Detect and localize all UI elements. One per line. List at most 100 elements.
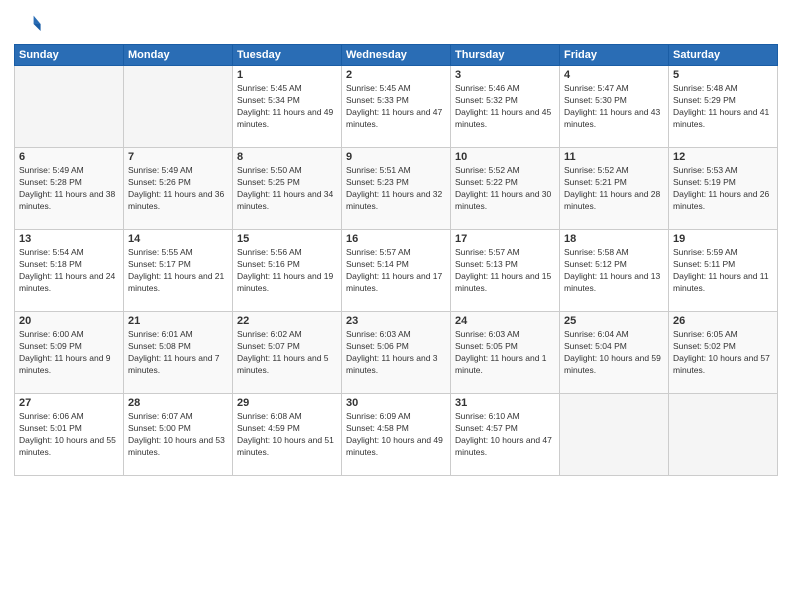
day-info: Sunrise: 6:03 AM Sunset: 5:05 PM Dayligh… — [455, 329, 555, 377]
calendar-cell: 18 Sunrise: 5:58 AM Sunset: 5:12 PM Dayli… — [560, 230, 669, 312]
calendar-cell: 11 Sunrise: 5:52 AM Sunset: 5:21 PM Dayli… — [560, 148, 669, 230]
day-number: 31 — [455, 397, 555, 409]
day-info: Sunrise: 5:45 AM Sunset: 5:34 PM Dayligh… — [237, 83, 337, 131]
day-number: 30 — [346, 397, 446, 409]
calendar-cell: 22 Sunrise: 6:02 AM Sunset: 5:07 PM Dayli… — [233, 312, 342, 394]
calendar-cell: 19 Sunrise: 5:59 AM Sunset: 5:11 PM Dayli… — [669, 230, 778, 312]
calendar-cell: 25 Sunrise: 6:04 AM Sunset: 5:04 PM Dayli… — [560, 312, 669, 394]
calendar-cell: 28 Sunrise: 6:07 AM Sunset: 5:00 PM Dayli… — [124, 394, 233, 476]
logo — [14, 10, 46, 38]
calendar-cell: 26 Sunrise: 6:05 AM Sunset: 5:02 PM Dayli… — [669, 312, 778, 394]
calendar-cell — [669, 394, 778, 476]
day-number: 18 — [564, 233, 664, 245]
calendar-cell: 8 Sunrise: 5:50 AM Sunset: 5:25 PM Daylig… — [233, 148, 342, 230]
day-info: Sunrise: 6:06 AM Sunset: 5:01 PM Dayligh… — [19, 411, 119, 459]
week-row-4: 20Sunrise: 6:00 AM Sunset: 5:09 PM Dayli… — [15, 312, 778, 394]
day-info: Sunrise: 5:55 AM Sunset: 5:17 PM Dayligh… — [128, 247, 228, 295]
calendar-cell: 7 Sunrise: 5:49 AM Sunset: 5:26 PM Daylig… — [124, 148, 233, 230]
weekday-header-wednesday: Wednesday — [342, 45, 451, 66]
calendar-cell: 16 Sunrise: 5:57 AM Sunset: 5:14 PM Dayli… — [342, 230, 451, 312]
calendar-cell: 6 Sunrise: 5:49 AM Sunset: 5:28 PM Daylig… — [15, 148, 124, 230]
day-info: Sunrise: 5:47 AM Sunset: 5:30 PM Dayligh… — [564, 83, 664, 131]
week-row-1: 1 Sunrise: 5:45 AM Sunset: 5:34 PM Daylig… — [15, 66, 778, 148]
calendar-cell — [124, 66, 233, 148]
day-info: Sunrise: 5:54 AM Sunset: 5:18 PM Dayligh… — [19, 247, 119, 295]
day-info: Sunrise: 5:49 AM Sunset: 5:26 PM Dayligh… — [128, 165, 228, 213]
day-number: 11 — [564, 151, 664, 163]
day-info: Sunrise: 6:00 AM Sunset: 5:09 PM Dayligh… — [19, 329, 119, 377]
day-info: Sunrise: 5:57 AM Sunset: 5:13 PM Dayligh… — [455, 247, 555, 295]
calendar-cell: 23Sunrise: 6:03 AM Sunset: 5:06 PM Dayli… — [342, 312, 451, 394]
calendar-cell: 2Sunrise: 5:45 AM Sunset: 5:33 PM Daylig… — [342, 66, 451, 148]
day-number: 15 — [237, 233, 337, 245]
day-info: Sunrise: 6:10 AM Sunset: 4:57 PM Dayligh… — [455, 411, 555, 459]
calendar-table: SundayMondayTuesdayWednesdayThursdayFrid… — [14, 44, 778, 476]
day-number: 28 — [128, 397, 228, 409]
day-info: Sunrise: 6:07 AM Sunset: 5:00 PM Dayligh… — [128, 411, 228, 459]
day-info: Sunrise: 5:58 AM Sunset: 5:12 PM Dayligh… — [564, 247, 664, 295]
week-row-2: 6 Sunrise: 5:49 AM Sunset: 5:28 PM Daylig… — [15, 148, 778, 230]
page-container: SundayMondayTuesdayWednesdayThursdayFrid… — [0, 0, 792, 486]
week-row-5: 27 Sunrise: 6:06 AM Sunset: 5:01 PM Dayli… — [15, 394, 778, 476]
calendar-cell: 10Sunrise: 5:52 AM Sunset: 5:22 PM Dayli… — [451, 148, 560, 230]
calendar-cell: 15 Sunrise: 5:56 AM Sunset: 5:16 PM Dayli… — [233, 230, 342, 312]
day-number: 22 — [237, 315, 337, 327]
day-number: 6 — [19, 151, 119, 163]
day-info: Sunrise: 5:50 AM Sunset: 5:25 PM Dayligh… — [237, 165, 337, 213]
day-number: 17 — [455, 233, 555, 245]
calendar-cell — [560, 394, 669, 476]
day-info: Sunrise: 5:59 AM Sunset: 5:11 PM Dayligh… — [673, 247, 773, 295]
day-number: 8 — [237, 151, 337, 163]
day-number: 26 — [673, 315, 773, 327]
day-info: Sunrise: 6:03 AM Sunset: 5:06 PM Dayligh… — [346, 329, 446, 377]
day-number: 14 — [128, 233, 228, 245]
day-number: 13 — [19, 233, 119, 245]
header — [14, 10, 778, 38]
calendar-cell: 24Sunrise: 6:03 AM Sunset: 5:05 PM Dayli… — [451, 312, 560, 394]
calendar-cell: 17 Sunrise: 5:57 AM Sunset: 5:13 PM Dayli… — [451, 230, 560, 312]
day-number: 10 — [455, 151, 555, 163]
day-info: Sunrise: 6:05 AM Sunset: 5:02 PM Dayligh… — [673, 329, 773, 377]
weekday-header-thursday: Thursday — [451, 45, 560, 66]
calendar-cell: 14 Sunrise: 5:55 AM Sunset: 5:17 PM Dayli… — [124, 230, 233, 312]
day-info: Sunrise: 6:02 AM Sunset: 5:07 PM Dayligh… — [237, 329, 337, 377]
calendar-cell: 27 Sunrise: 6:06 AM Sunset: 5:01 PM Dayli… — [15, 394, 124, 476]
day-number: 7 — [128, 151, 228, 163]
day-info: Sunrise: 5:45 AM Sunset: 5:33 PM Dayligh… — [346, 83, 446, 131]
calendar-cell — [15, 66, 124, 148]
weekday-header-friday: Friday — [560, 45, 669, 66]
day-info: Sunrise: 5:49 AM Sunset: 5:28 PM Dayligh… — [19, 165, 119, 213]
day-number: 29 — [237, 397, 337, 409]
day-number: 25 — [564, 315, 664, 327]
day-info: Sunrise: 6:08 AM Sunset: 4:59 PM Dayligh… — [237, 411, 337, 459]
day-number: 16 — [346, 233, 446, 245]
logo-icon — [14, 10, 42, 38]
calendar-cell: 21Sunrise: 6:01 AM Sunset: 5:08 PM Dayli… — [124, 312, 233, 394]
day-number: 9 — [346, 151, 446, 163]
calendar-cell: 12Sunrise: 5:53 AM Sunset: 5:19 PM Dayli… — [669, 148, 778, 230]
calendar-cell: 31 Sunrise: 6:10 AM Sunset: 4:57 PM Dayli… — [451, 394, 560, 476]
weekday-header-sunday: Sunday — [15, 45, 124, 66]
week-row-3: 13 Sunrise: 5:54 AM Sunset: 5:18 PM Dayli… — [15, 230, 778, 312]
calendar-cell: 20Sunrise: 6:00 AM Sunset: 5:09 PM Dayli… — [15, 312, 124, 394]
day-number: 19 — [673, 233, 773, 245]
weekday-header-saturday: Saturday — [669, 45, 778, 66]
day-number: 27 — [19, 397, 119, 409]
calendar-cell: 4Sunrise: 5:47 AM Sunset: 5:30 PM Daylig… — [560, 66, 669, 148]
day-info: Sunrise: 6:09 AM Sunset: 4:58 PM Dayligh… — [346, 411, 446, 459]
day-info: Sunrise: 5:51 AM Sunset: 5:23 PM Dayligh… — [346, 165, 446, 213]
day-number: 5 — [673, 69, 773, 81]
day-info: Sunrise: 5:56 AM Sunset: 5:16 PM Dayligh… — [237, 247, 337, 295]
calendar-cell: 9 Sunrise: 5:51 AM Sunset: 5:23 PM Daylig… — [342, 148, 451, 230]
calendar-cell: 29 Sunrise: 6:08 AM Sunset: 4:59 PM Dayli… — [233, 394, 342, 476]
day-info: Sunrise: 5:46 AM Sunset: 5:32 PM Dayligh… — [455, 83, 555, 131]
day-number: 1 — [237, 69, 337, 81]
day-info: Sunrise: 6:04 AM Sunset: 5:04 PM Dayligh… — [564, 329, 664, 377]
calendar-cell: 30 Sunrise: 6:09 AM Sunset: 4:58 PM Dayli… — [342, 394, 451, 476]
weekday-header-row: SundayMondayTuesdayWednesdayThursdayFrid… — [15, 45, 778, 66]
day-info: Sunrise: 5:48 AM Sunset: 5:29 PM Dayligh… — [673, 83, 773, 131]
day-info: Sunrise: 5:57 AM Sunset: 5:14 PM Dayligh… — [346, 247, 446, 295]
day-info: Sunrise: 5:52 AM Sunset: 5:21 PM Dayligh… — [564, 165, 664, 213]
day-number: 12 — [673, 151, 773, 163]
weekday-header-monday: Monday — [124, 45, 233, 66]
